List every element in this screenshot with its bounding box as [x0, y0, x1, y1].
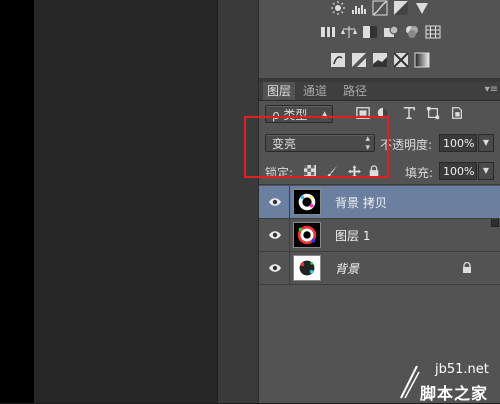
layer-row-background-copy[interactable]: 背景 拷贝	[259, 186, 500, 219]
watermark-site: jb51.net	[435, 362, 489, 377]
tab-channels[interactable]: 通道	[299, 82, 331, 100]
gradient-map-icon[interactable]	[414, 52, 430, 68]
visibility-column	[259, 186, 290, 218]
invert-icon[interactable]	[330, 52, 346, 68]
layer-thumbnail	[293, 255, 321, 281]
lock-icon	[463, 262, 471, 273]
watermark-brand: 脚本之家	[420, 384, 489, 403]
watermark-logo-icon	[400, 365, 420, 399]
selective-color-icon[interactable]	[393, 52, 409, 68]
document-canvas[interactable]	[34, 0, 217, 403]
layer-name: 图层 1	[335, 229, 371, 243]
opacity-dropdown-button[interactable]: ▼	[478, 134, 494, 152]
highlight-annotation-box	[244, 116, 389, 178]
fill-dropdown-button[interactable]: ▼	[478, 162, 494, 180]
eye-icon[interactable]	[268, 262, 282, 274]
hue-saturation-icon[interactable]	[320, 24, 336, 40]
color-lookup-icon[interactable]	[425, 24, 441, 40]
layer-thumbnail	[293, 189, 321, 215]
brightness-icon[interactable]	[330, 0, 346, 16]
layers-panel: 图层 通道 路径 ▾≡ ρ 类型 ▲ 变亮 ▴ ▾ 不透明度: 100% ▼ 锁定…	[258, 0, 500, 403]
opacity-field[interactable]: 100%	[439, 134, 477, 152]
curves-icon[interactable]	[372, 0, 388, 16]
layer-row-layer-1[interactable]: 图层 1	[259, 219, 500, 252]
layer-thumbnail	[293, 222, 321, 248]
panel-menu-icon[interactable]: ▾≡	[485, 84, 498, 95]
channel-mixer-icon[interactable]	[404, 24, 420, 40]
adjustments-panel	[259, 0, 500, 78]
posterize-icon[interactable]	[351, 52, 367, 68]
fill-field[interactable]: 100%	[439, 162, 477, 180]
fill-label: 填充:	[405, 166, 434, 180]
threshold-icon[interactable]	[372, 52, 388, 68]
vibrance-icon[interactable]	[414, 0, 430, 16]
layer-list: 背景 拷贝 图层 1 背景	[259, 186, 500, 285]
layer-row-background[interactable]: 背景	[259, 252, 500, 285]
tab-layers[interactable]: 图层	[263, 82, 296, 100]
left-black-strip	[0, 0, 34, 403]
black-white-icon[interactable]	[362, 24, 378, 40]
panel-dock-column	[217, 0, 259, 403]
visibility-column	[259, 219, 290, 251]
layer-name: 背景	[335, 262, 360, 276]
eye-icon[interactable]	[268, 196, 282, 208]
layer-name: 背景 拷贝	[335, 196, 387, 210]
color-balance-icon[interactable]	[340, 24, 357, 40]
photo-filter-icon[interactable]	[383, 24, 399, 40]
visibility-column	[259, 252, 290, 284]
levels-icon[interactable]	[351, 0, 367, 16]
exposure-icon[interactable]	[393, 0, 409, 16]
panel-tabs: 图层 通道 路径 ▾≡	[259, 82, 500, 101]
tab-paths[interactable]: 路径	[339, 82, 371, 100]
type-filter-icon[interactable]	[401, 105, 417, 121]
eye-icon[interactable]	[268, 229, 282, 241]
smart-object-filter-icon[interactable]	[449, 105, 465, 121]
shape-filter-icon[interactable]	[425, 105, 441, 121]
